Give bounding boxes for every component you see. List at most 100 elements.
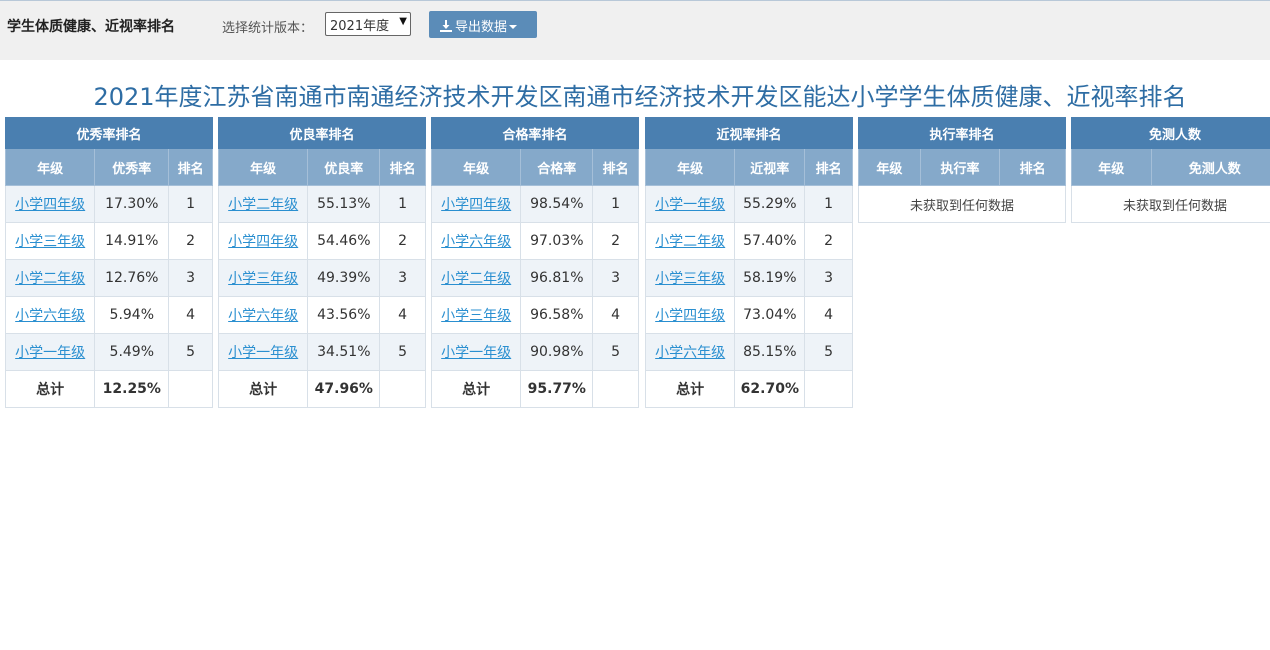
grade-link[interactable]: 小学三年级 <box>228 271 298 287</box>
total-value: 95.77% <box>520 370 594 408</box>
rank-cell: 1 <box>379 185 426 223</box>
table-row: 小学二年级 96.81% 3 <box>430 259 639 297</box>
total-row: 总计 95.77% <box>430 370 639 408</box>
grade-link[interactable]: 小学六年级 <box>15 308 85 324</box>
column-header-grade: 年级 <box>4 148 96 186</box>
column-header-rank: 排名 <box>168 148 213 186</box>
rank-cell: 5 <box>379 333 426 371</box>
grade-link[interactable]: 小学二年级 <box>655 234 725 250</box>
column-header-rank: 排名 <box>999 148 1066 186</box>
version-select[interactable]: 2021年度 ▼ <box>325 12 411 36</box>
grade-link[interactable]: 小学一年级 <box>655 197 725 213</box>
rank-cell: 1 <box>592 185 639 223</box>
grade-link[interactable]: 小学一年级 <box>441 345 511 361</box>
rank-cell: 5 <box>168 333 213 371</box>
column-header-rate: 执行率 <box>919 148 1001 186</box>
top-toolbar: 学生体质健康、近视率排名 选择统计版本： 2021年度 ▼ 导出数据 <box>0 0 1270 60</box>
grade-link[interactable]: 小学一年级 <box>15 345 85 361</box>
rank-cell: 3 <box>379 259 426 297</box>
column-header-rank: 排名 <box>592 148 639 186</box>
rate-cell: 90.98% <box>520 333 594 371</box>
total-value: 12.25% <box>94 370 170 408</box>
table-title: 免测人数 <box>1071 117 1270 149</box>
column-header-rank: 排名 <box>379 148 426 186</box>
rank-cell: 4 <box>168 296 213 334</box>
table-row: 小学一年级 90.98% 5 <box>430 333 639 371</box>
rate-cell: 54.46% <box>307 222 381 260</box>
empty-message: 未获取到任何数据 <box>858 185 1066 223</box>
rate-cell: 96.58% <box>520 296 594 334</box>
rank-cell: 4 <box>592 296 639 334</box>
table-row: 小学一年级 34.51% 5 <box>217 333 426 371</box>
rate-cell: 57.40% <box>734 222 806 260</box>
rate-cell: 5.94% <box>94 296 170 334</box>
grade-link[interactable]: 小学二年级 <box>228 197 298 213</box>
total-label: 总计 <box>4 370 96 408</box>
grade-link[interactable]: 小学三年级 <box>15 234 85 250</box>
grade-link[interactable]: 小学四年级 <box>441 197 511 213</box>
table-row: 小学四年级 98.54% 1 <box>430 185 639 223</box>
version-label: 选择统计版本： <box>222 21 314 36</box>
rank-cell: 5 <box>804 333 853 371</box>
column-header-grade: 年级 <box>1071 148 1152 186</box>
grade-link[interactable]: 小学三年级 <box>655 271 725 287</box>
rank-cell: 2 <box>592 222 639 260</box>
total-rank <box>168 370 213 408</box>
rate-cell: 55.13% <box>307 185 381 223</box>
total-rank <box>379 370 426 408</box>
total-row: 总计 62.70% <box>644 370 853 408</box>
column-header-rate: 近视率 <box>734 148 806 186</box>
grade-link[interactable]: 小学一年级 <box>228 345 298 361</box>
grade-link[interactable]: 小学六年级 <box>655 345 725 361</box>
rate-cell: 73.04% <box>734 296 806 334</box>
table-title: 执行率排名 <box>858 117 1066 149</box>
column-header-grade: 年级 <box>430 148 522 186</box>
table-row: 小学三年级 96.58% 4 <box>430 296 639 334</box>
grade-link[interactable]: 小学四年级 <box>655 308 725 324</box>
grade-link[interactable]: 小学二年级 <box>15 271 85 287</box>
rate-cell: 55.29% <box>734 185 806 223</box>
table-row: 小学二年级 57.40% 2 <box>644 222 853 260</box>
execution-rate-table: 执行率排名 年级 执行率 排名 未获取到任何数据 <box>858 117 1066 223</box>
column-header-exempt-count: 免测人数 <box>1150 148 1270 186</box>
total-rank <box>804 370 853 408</box>
rank-cell: 2 <box>379 222 426 260</box>
grade-link[interactable]: 小学六年级 <box>228 308 298 324</box>
grade-link[interactable]: 小学四年级 <box>228 234 298 250</box>
table-row: 小学二年级 55.13% 1 <box>217 185 426 223</box>
good-rate-table: 优良率排名 年级 优良率 排名 小学二年级 55.13% 1 小学四年级 54.46%… <box>217 117 426 408</box>
rate-cell: 49.39% <box>307 259 381 297</box>
empty-row: 未获取到任何数据 <box>1071 185 1270 223</box>
download-icon <box>440 20 452 32</box>
table-row: 小学六年级 85.15% 5 <box>644 333 853 371</box>
total-label: 总计 <box>644 370 736 408</box>
empty-message: 未获取到任何数据 <box>1071 185 1270 223</box>
column-header-grade: 年级 <box>217 148 309 186</box>
column-header-rank: 排名 <box>804 148 853 186</box>
table-row: 小学四年级 73.04% 4 <box>644 296 853 334</box>
table-row: 小学三年级 14.91% 2 <box>4 222 213 260</box>
rank-cell: 1 <box>804 185 853 223</box>
table-row: 小学六年级 97.03% 2 <box>430 222 639 260</box>
rate-cell: 98.54% <box>520 185 594 223</box>
rank-cell: 5 <box>592 333 639 371</box>
rate-cell: 17.30% <box>94 185 170 223</box>
table-title: 合格率排名 <box>431 117 639 149</box>
rank-cell: 2 <box>168 222 213 260</box>
grade-link[interactable]: 小学六年级 <box>441 234 511 250</box>
grade-link[interactable]: 小学三年级 <box>441 308 511 324</box>
column-header-grade: 年级 <box>644 148 736 186</box>
page-title: 学生体质健康、近视率排名 <box>7 19 175 35</box>
export-data-button[interactable]: 导出数据 <box>429 11 537 38</box>
total-value: 62.70% <box>734 370 806 408</box>
table-row: 小学六年级 43.56% 4 <box>217 296 426 334</box>
export-data-label: 导出数据 <box>455 20 508 35</box>
grade-link[interactable]: 小学四年级 <box>15 197 85 213</box>
column-header-rate: 优良率 <box>307 148 381 186</box>
table-row: 小学一年级 5.49% 5 <box>4 333 213 371</box>
grade-link[interactable]: 小学二年级 <box>441 271 511 287</box>
rate-cell: 96.81% <box>520 259 594 297</box>
rank-cell: 1 <box>168 185 213 223</box>
total-row: 总计 47.96% <box>217 370 426 408</box>
table-row: 小学四年级 17.30% 1 <box>4 185 213 223</box>
